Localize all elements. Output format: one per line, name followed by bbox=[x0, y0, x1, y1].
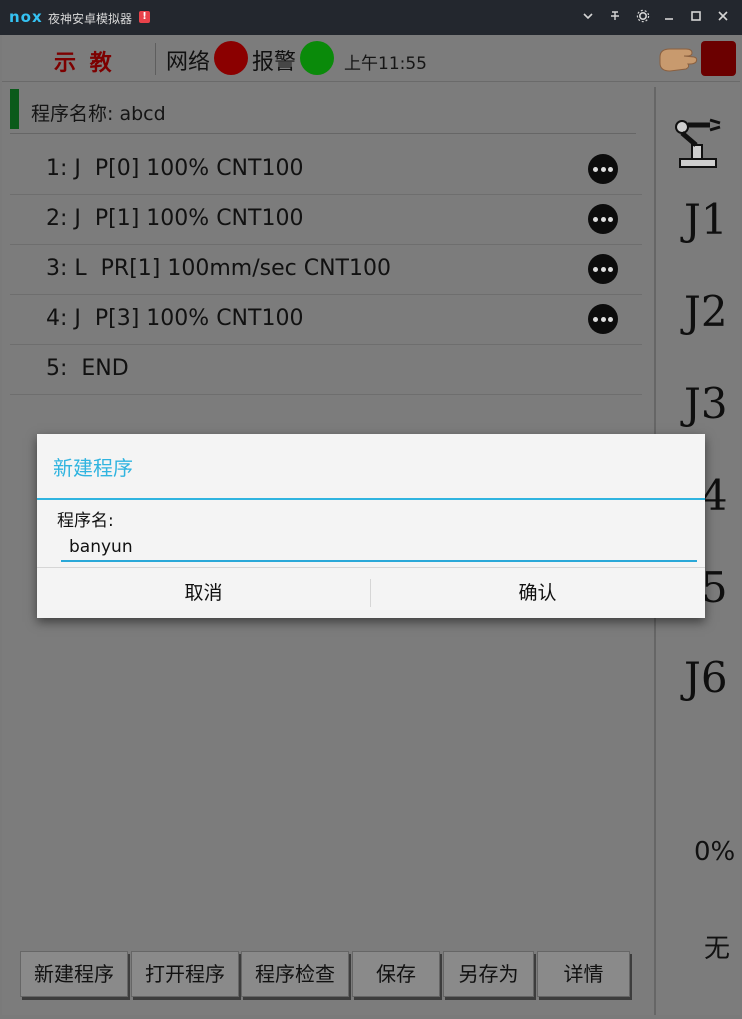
network-status-indicator bbox=[214, 41, 248, 75]
joint-label-j1[interactable]: J1 bbox=[684, 195, 728, 244]
speed-override[interactable]: 0% bbox=[694, 837, 735, 867]
program-line-text: 4: J P[3] 100% CNT100 bbox=[46, 306, 304, 331]
mode-label: 示 教 bbox=[54, 51, 115, 76]
alarm-label: 报警 bbox=[252, 50, 297, 75]
network-label: 网络 bbox=[166, 50, 211, 75]
check-program-button[interactable]: 程序检查 bbox=[241, 951, 349, 997]
hand-icon[interactable] bbox=[656, 41, 700, 75]
new-program-dialog: 新建程序 程序名: 取消 确认 bbox=[37, 434, 705, 618]
maximize-icon[interactable] bbox=[688, 9, 704, 25]
dialog-title-divider bbox=[37, 498, 705, 500]
header-divider bbox=[155, 43, 156, 75]
program-indicator-bar bbox=[10, 89, 19, 129]
minimize-icon[interactable] bbox=[661, 9, 677, 25]
program-line-text: 1: J P[0] 100% CNT100 bbox=[46, 156, 304, 181]
robot-arm-icon[interactable] bbox=[670, 115, 726, 171]
joint-label-j3[interactable]: J3 bbox=[684, 379, 728, 428]
more-options-icon[interactable] bbox=[588, 154, 618, 184]
emergency-stop-icon[interactable] bbox=[701, 41, 736, 76]
program-line-text: 5: END bbox=[46, 356, 129, 381]
dialog-title: 新建程序 bbox=[53, 456, 133, 480]
program-name-label: 程序名: bbox=[57, 511, 114, 531]
cancel-button[interactable]: 取消 bbox=[37, 568, 370, 618]
open-program-button[interactable]: 打开程序 bbox=[131, 951, 239, 997]
gear-icon[interactable] bbox=[635, 9, 651, 25]
more-options-icon[interactable] bbox=[588, 204, 618, 234]
alarm-status-indicator bbox=[300, 41, 334, 75]
program-line[interactable]: 2: J P[1] 100% CNT100 bbox=[10, 195, 642, 245]
joint-label-j2[interactable]: J2 bbox=[684, 287, 728, 336]
program-name-input[interactable] bbox=[61, 534, 697, 562]
program-line[interactable]: 1: J P[0] 100% CNT100 bbox=[10, 145, 642, 195]
new-program-button[interactable]: 新建程序 bbox=[20, 951, 128, 997]
chevron-down-icon[interactable] bbox=[580, 9, 596, 25]
warning-badge[interactable]: ! bbox=[139, 11, 150, 23]
joint-label-j6[interactable]: J6 bbox=[684, 653, 728, 702]
status-header: 示 教 网络 报警 上午11:55 bbox=[2, 35, 740, 82]
save-as-button[interactable]: 另存为 bbox=[443, 951, 534, 997]
emulator-title-bar: nox 夜神安卓模拟器 ! bbox=[0, 0, 742, 35]
pin-icon[interactable] bbox=[607, 9, 623, 25]
program-line[interactable]: 5: END bbox=[10, 345, 642, 395]
nox-logo: nox bbox=[9, 8, 43, 26]
program-name-row: 程序名称: abcd bbox=[10, 89, 636, 134]
window-title: 夜神安卓模拟器 bbox=[48, 12, 133, 26]
more-options-icon[interactable] bbox=[588, 254, 618, 284]
confirm-button[interactable]: 确认 bbox=[371, 568, 704, 618]
details-button[interactable]: 详情 bbox=[537, 951, 630, 997]
program-name: 程序名称: abcd bbox=[31, 103, 166, 125]
program-line-text: 2: J P[1] 100% CNT100 bbox=[46, 206, 304, 231]
program-line[interactable]: 3: L PR[1] 100mm/sec CNT100 bbox=[10, 245, 642, 295]
clock: 上午11:55 bbox=[344, 54, 427, 74]
close-icon[interactable] bbox=[715, 9, 731, 25]
tool-frame[interactable]: 无 bbox=[704, 928, 730, 965]
save-button[interactable]: 保存 bbox=[352, 951, 440, 997]
program-line[interactable]: 4: J P[3] 100% CNT100 bbox=[10, 295, 642, 345]
program-line-text: 3: L PR[1] 100mm/sec CNT100 bbox=[46, 256, 391, 281]
more-options-icon[interactable] bbox=[588, 304, 618, 334]
